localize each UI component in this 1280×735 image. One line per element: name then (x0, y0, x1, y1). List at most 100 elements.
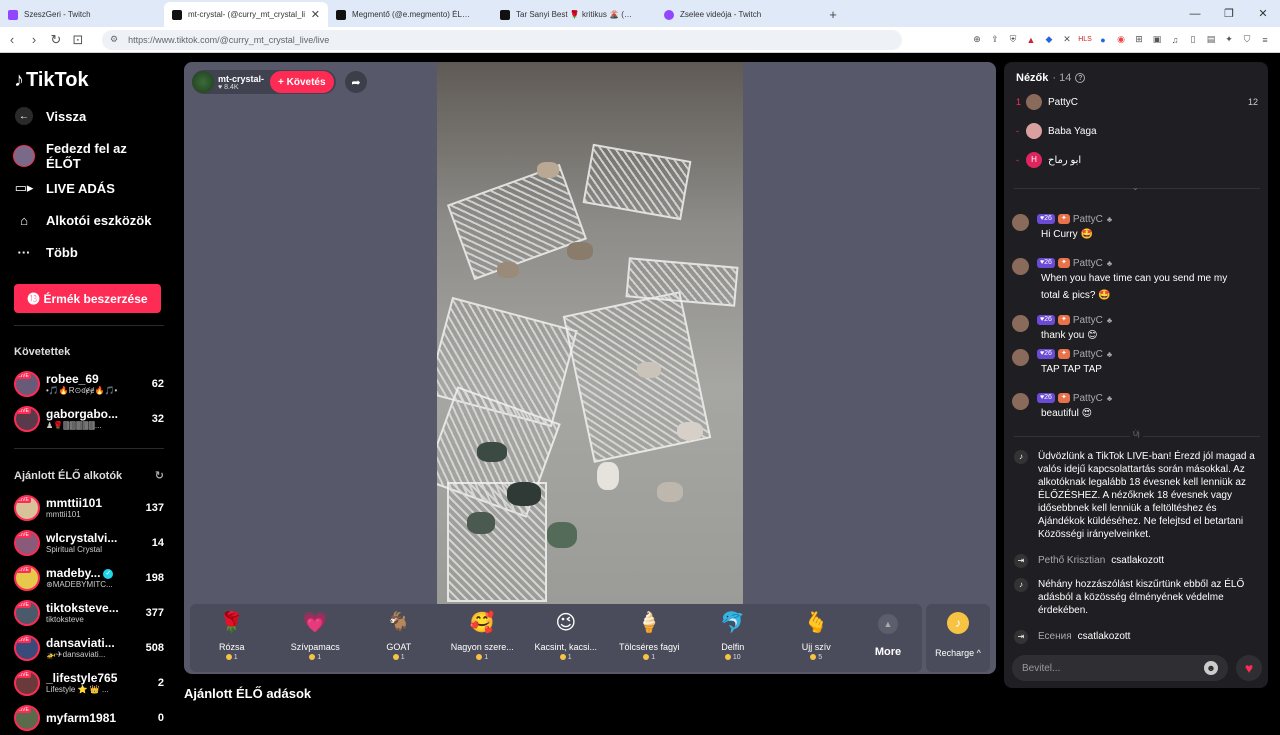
tiktok-logo[interactable]: ♪ TikTok (14, 69, 164, 92)
emoji-icon[interactable]: ☻ (1204, 661, 1218, 675)
share-icon[interactable]: ⇪ (986, 32, 1004, 48)
forward-icon[interactable]: › (24, 32, 44, 47)
chevron-up-icon: ▲ (878, 614, 898, 634)
recommended-account[interactable]: LIVE mmttii101 mmttii101 137 (14, 490, 164, 525)
nav-explore-live[interactable]: Fedezd fel az ÉLŐT (13, 140, 164, 172)
browser-tab[interactable]: SzeszGeri - Twitch (0, 2, 164, 27)
live-badge: LIVE (16, 372, 31, 379)
extension-icon[interactable]: ▣ (1148, 32, 1166, 48)
live-player[interactable]: mt-crystal- ♥ 8.4K + Követés ➦ 🌹 Rózsa 1 💗… (184, 62, 996, 674)
get-coins-button[interactable]: ⓭ Érmék beszerzése (14, 284, 161, 313)
extension-icon[interactable]: ⊞ (1130, 32, 1148, 48)
recommended-account[interactable]: LIVE wlcrystalvi... Spiritual Crystal 14 (14, 525, 164, 560)
new-tab-button[interactable]: + (820, 2, 846, 27)
extension-icon[interactable]: ✕ (1058, 32, 1076, 48)
live-video[interactable] (437, 62, 743, 604)
follow-button[interactable]: + Követés (270, 71, 334, 93)
browser-tab[interactable]: Tar Sanyi Best 🌹 kritikus 🌋 (@szop (492, 2, 656, 27)
gift-icon: 🍦 (636, 612, 662, 634)
sidebar-icon[interactable]: ▯ (1184, 32, 1202, 48)
share-icon[interactable]: ➦ (345, 71, 367, 93)
chat-message[interactable]: ♥26 ✦ PattyC ♣ beautiful 😍 (1012, 391, 1260, 422)
menu-icon[interactable]: ≡ (1256, 32, 1274, 48)
verified-icon: ✓ (103, 568, 114, 579)
refresh-icon[interactable]: ↻ (155, 469, 164, 482)
extension-icon[interactable]: ◉ (1112, 32, 1130, 48)
music-icon[interactable]: ♫ (1166, 32, 1184, 48)
recommended-account[interactable]: LIVE myfarm1981 0 (14, 700, 164, 735)
nav-more[interactable]: ··· Több (14, 236, 164, 268)
host-info[interactable]: mt-crystal- ♥ 8.4K + Követés (192, 70, 336, 94)
viewer-row[interactable]: - H ابو رماح (1016, 150, 1258, 170)
zoom-icon[interactable]: ⊕ (968, 32, 986, 48)
chat-message[interactable]: ♥26 ✦ PattyC ♣ When you have time can you s… (1012, 256, 1260, 304)
vpn-icon[interactable]: ⛉ (1238, 32, 1256, 48)
recommended-account[interactable]: LIVE madeby... ✓ ⊛MADEBYMITC... 198 (14, 560, 164, 595)
coin-icon (225, 654, 232, 661)
chat-input[interactable]: Bevitel... ☻ (1012, 655, 1228, 681)
avatar (1026, 94, 1042, 110)
moderator-icon: ♣ (1106, 315, 1113, 325)
browser-tab[interactable]: Megmentő (@e.megmento) ÉLŐ adá (328, 2, 492, 27)
nav-back[interactable]: ← Vissza (14, 100, 164, 132)
nav-creator-tools[interactable]: ⌂ Alkotói eszközök (14, 204, 164, 236)
shield-icon[interactable]: ⛨ (1004, 32, 1022, 48)
gift-bar: 🌹 Rózsa 1 💗 Szívpamacs 1 🐐 GOAT 1 🥰 Nagyon … (190, 604, 922, 672)
gift-item[interactable]: 🐬 Delfin 10 (691, 604, 775, 672)
browser-tab-active[interactable]: mt-crystal- (@curry_mt_crystal_li ✕ (164, 2, 328, 27)
tiktok-favicon-icon (336, 9, 346, 20)
reload-icon[interactable]: ↻ (46, 32, 66, 48)
following-account[interactable]: LIVE robee_69 •🎵🔥R⊙ʛɇɇ🔥🎵• 62 (14, 366, 164, 401)
extension-icon[interactable]: HLS (1076, 32, 1094, 48)
tiktok-coin-icon: ♪ (947, 612, 969, 634)
gift-item[interactable]: 🌹 Rózsa 1 (190, 604, 274, 672)
gift-item[interactable]: 😉 Kacsint, kacsi... 1 (524, 604, 608, 672)
wallet-icon[interactable]: ▤ (1202, 32, 1220, 48)
live-badge: LIVE (16, 636, 31, 643)
gift-item[interactable]: 🐐 GOAT 1 (357, 604, 441, 672)
rock-shape (567, 242, 593, 260)
avatar: LIVE (14, 564, 40, 591)
avatar: LIVE (14, 669, 40, 696)
viewer-row[interactable]: - Baba Yaga (1016, 121, 1258, 141)
live-badge: LIVE (16, 496, 31, 503)
extension-icon[interactable]: ◆ (1040, 32, 1058, 48)
like-heart-button[interactable]: ♥ (1236, 655, 1262, 681)
host-avatar[interactable] (192, 71, 214, 93)
more-gifts-button[interactable]: ▲ More (858, 604, 918, 672)
bookmark-icon[interactable]: ⊡ (68, 32, 88, 48)
gift-item[interactable]: 💗 Szívpamacs 1 (274, 604, 358, 672)
minimize-icon[interactable]: — (1178, 8, 1212, 20)
extension-icon[interactable]: ✦ (1220, 32, 1238, 48)
gift-item[interactable]: 🍦 Tölcséres fagyi 1 (608, 604, 692, 672)
coin-icon (724, 654, 731, 661)
avatar (1012, 393, 1029, 410)
following-account[interactable]: LIVE gaborgabo... ♟🌹🀫🀫🀫🀫🀫... 32 (14, 401, 164, 436)
close-tab-icon[interactable]: ✕ (311, 8, 320, 21)
recharge-button[interactable]: ♪ Recharge ^ (926, 604, 990, 672)
maximize-icon[interactable]: ❐ (1212, 7, 1246, 20)
chevron-down-icon[interactable]: ⌄ (1132, 183, 1139, 192)
url-field[interactable]: ⚙ https://www.tiktok.com/@curry_mt_crysta… (102, 29, 902, 50)
help-icon[interactable]: ? (1075, 73, 1086, 83)
site-info-icon[interactable]: ⚙ (110, 34, 118, 45)
warning-icon[interactable]: ▲ (1022, 32, 1040, 48)
moderator-icon: ♣ (1106, 349, 1113, 359)
chat-message[interactable]: ♥26 ✦ PattyC ♣ Hi Curry 🤩 (1012, 212, 1260, 243)
nav-live-studio[interactable]: ▭▸ LIVE ADÁS (14, 172, 164, 204)
chat-message[interactable]: ♥26 ✦ PattyC ♣ TAP TAP TAP (1012, 347, 1260, 378)
viewer-row[interactable]: 1 PattyC 12 (1016, 92, 1258, 112)
gift-icon: 💗 (302, 612, 328, 634)
close-window-icon[interactable]: ✕ (1246, 7, 1280, 20)
back-icon[interactable]: ‹ (2, 32, 22, 47)
recommended-account[interactable]: LIVE dansaviati... 🚁✈dansaviati... 508 (14, 630, 164, 665)
gift-item[interactable]: 🫰 Ujj szív 5 (775, 604, 859, 672)
rock-shape (477, 442, 507, 462)
extension-icon[interactable]: ● (1094, 32, 1112, 48)
chat-panel: Nézők · 14? 1 PattyC 12 - Baba Yaga - H اب… (1004, 62, 1268, 688)
browser-tab[interactable]: Zselee videója - Twitch (656, 2, 820, 27)
recommended-account[interactable]: LIVE tiktoksteve... tiktoksteve 377 (14, 595, 164, 630)
recommended-account[interactable]: LIVE _lifestyle765 Lifestyle ⭐ 👑 ... 2 (14, 665, 164, 700)
chat-message[interactable]: ♥26 ✦ PattyC ♣ thank you 😊 (1012, 313, 1260, 344)
gift-item[interactable]: 🥰 Nagyon szere... 1 (441, 604, 525, 672)
